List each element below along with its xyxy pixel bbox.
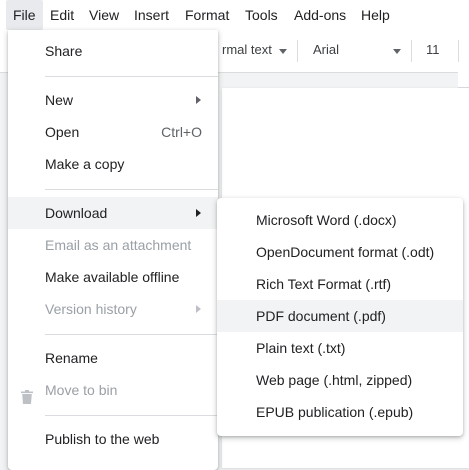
download-epub[interactable]: EPUB publication (.epub) (217, 396, 463, 428)
file-menu-version-history[interactable]: Version history (8, 293, 218, 325)
file-menu: Share New Open Ctrl+O Make a copy Downlo… (8, 30, 218, 470)
font-select[interactable]: Arial (313, 42, 339, 57)
ruler (458, 72, 469, 88)
toolbar-divider (458, 40, 459, 62)
menu-separator (45, 415, 218, 416)
file-menu-move-to-bin[interactable]: Move to bin (8, 374, 218, 406)
html-label: Web page (.html, zipped) (256, 372, 413, 388)
txt-label: Plain text (.txt) (256, 340, 346, 356)
download-submenu: Microsoft Word (.docx) OpenDocument form… (217, 198, 463, 436)
menu-addons[interactable]: Add-ons (287, 0, 353, 30)
file-menu-share[interactable]: Share (8, 35, 218, 67)
make-offline-label: Make available offline (45, 269, 180, 285)
font-size-field[interactable]: 11 (426, 42, 440, 57)
email-attachment-label: Email as an attachment (45, 237, 192, 253)
docx-label: Microsoft Word (.docx) (256, 212, 397, 228)
file-menu-open[interactable]: Open Ctrl+O (8, 116, 218, 148)
make-copy-label: Make a copy (45, 156, 125, 172)
publish-label: Publish to the web (45, 431, 160, 447)
download-pdf[interactable]: PDF document (.pdf) (217, 300, 463, 332)
rtf-label: Rich Text Format (.rtf) (256, 276, 392, 292)
font-dropdown-icon[interactable] (393, 49, 401, 54)
download-docx[interactable]: Microsoft Word (.docx) (217, 204, 463, 236)
menu-file[interactable]: File (6, 0, 43, 30)
download-label: Download (45, 205, 108, 221)
epub-label: EPUB publication (.epub) (256, 404, 414, 420)
menu-separator (45, 189, 218, 190)
menu-view[interactable]: View (82, 0, 126, 30)
menu-edit[interactable]: Edit (43, 0, 81, 30)
download-html[interactable]: Web page (.html, zipped) (217, 364, 463, 396)
share-label: Share (45, 43, 83, 59)
menu-help[interactable]: Help (354, 0, 397, 30)
rename-label: Rename (45, 350, 98, 366)
file-menu-make-offline[interactable]: Make available offline (8, 261, 218, 293)
submenu-arrow-icon (196, 96, 201, 104)
file-menu-download[interactable]: Download (8, 197, 218, 229)
file-menu-rename[interactable]: Rename (8, 342, 218, 374)
download-rtf[interactable]: Rich Text Format (.rtf) (217, 268, 463, 300)
menu-format[interactable]: Format (178, 0, 236, 30)
file-menu-email-attachment[interactable]: Email as an attachment (8, 229, 218, 261)
open-shortcut: Ctrl+O (161, 124, 202, 140)
paragraph-style-select[interactable]: rmal text (222, 42, 272, 57)
pdf-label: PDF document (.pdf) (256, 308, 386, 324)
menu-tools[interactable]: Tools (238, 0, 285, 30)
submenu-arrow-icon (196, 305, 201, 313)
toolbar-divider (411, 40, 412, 62)
file-menu-make-copy[interactable]: Make a copy (8, 148, 218, 180)
file-menu-publish[interactable]: Publish to the web (8, 423, 218, 455)
file-menu-new[interactable]: New (8, 84, 218, 116)
paragraph-style-dropdown-icon[interactable] (279, 49, 287, 54)
trash-icon (21, 383, 33, 415)
open-label: Open (45, 124, 80, 140)
move-to-bin-label: Move to bin (45, 382, 118, 398)
menu-separator (45, 334, 218, 335)
version-history-label: Version history (45, 301, 137, 317)
toolbar-divider (297, 40, 298, 62)
odt-label: OpenDocument format (.odt) (256, 244, 435, 260)
menu-separator (45, 76, 218, 77)
submenu-arrow-icon (196, 209, 201, 217)
download-odt[interactable]: OpenDocument format (.odt) (217, 236, 463, 268)
menu-insert[interactable]: Insert (127, 0, 176, 30)
new-label: New (45, 92, 74, 108)
menu-bar: File Edit View Insert Format Tools Add-o… (0, 0, 469, 30)
download-txt[interactable]: Plain text (.txt) (217, 332, 463, 364)
